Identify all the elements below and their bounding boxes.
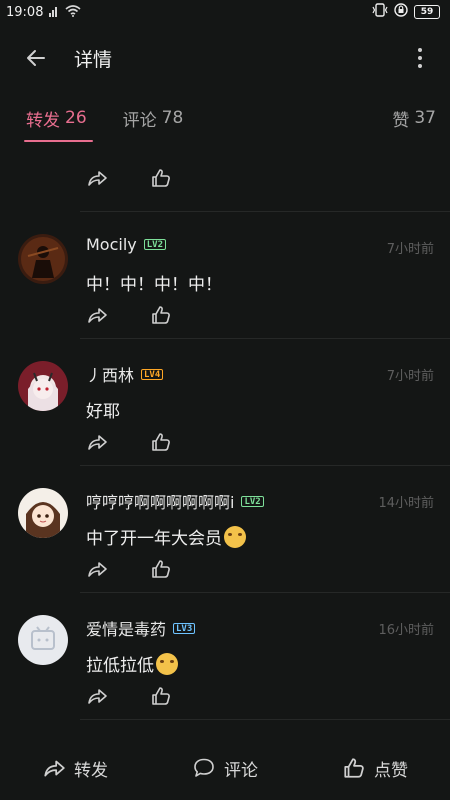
comment-content: 中！中！中！中！ <box>86 275 222 295</box>
tab-count: 26 <box>65 108 87 128</box>
username-row: 哼哼哼啊啊啊啊啊啊i LV2 <box>86 489 264 513</box>
more-button[interactable] <box>408 40 432 76</box>
tab-count: 37 <box>414 108 436 128</box>
wifi-icon <box>65 4 81 20</box>
share-icon <box>88 562 107 577</box>
tab-count: 78 <box>161 108 184 128</box>
comment-bubble-icon <box>194 758 214 777</box>
comment-button[interactable]: 评论 <box>192 756 258 781</box>
comment-item: 爱情是毒药 LV3 16小时前 拉低拉低 <box>0 593 450 720</box>
thumbs-up-icon <box>152 306 170 324</box>
thumbs-up-icon <box>344 758 364 778</box>
comment-content: 好耶 <box>86 402 120 422</box>
level-badge: LV2 <box>143 239 167 250</box>
tabs: 转发 26 评论 78 赞 37 <box>0 92 450 144</box>
comment-actions <box>0 558 172 580</box>
more-vertical-icon <box>418 48 422 68</box>
tab-label: 赞 <box>392 110 410 131</box>
thumbs-up-icon <box>152 687 170 705</box>
thumbs-up-icon <box>152 560 170 578</box>
header: 详情 <box>0 24 450 92</box>
comment-actions <box>0 431 172 453</box>
username[interactable]: 丿西林 <box>86 362 134 386</box>
share-icon <box>88 170 107 186</box>
tab-label: 转发 <box>26 110 60 131</box>
like-label: 点赞 <box>374 760 408 781</box>
tab-likes[interactable]: 赞 37 <box>392 92 436 144</box>
username-row: Mocily LV2 <box>86 235 167 254</box>
signal-icon <box>49 5 59 20</box>
like-button[interactable] <box>150 167 172 189</box>
status-bar: 19:08 59 <box>0 0 450 24</box>
username[interactable]: 爱情是毒药 <box>86 616 166 640</box>
comment-item: 丿西林 LV4 7小时前 好耶 <box>0 339 450 466</box>
back-button[interactable] <box>18 40 54 76</box>
share-icon <box>44 760 65 777</box>
comment-label: 评论 <box>224 760 258 781</box>
comment-content: 拉低拉低 <box>86 656 154 676</box>
share-button[interactable] <box>86 304 108 326</box>
level-badge: LV3 <box>173 622 196 634</box>
like-post-button[interactable]: 点赞 <box>342 756 408 781</box>
username-row: 爱情是毒药 LV3 <box>86 616 196 640</box>
dog-emoji-icon <box>156 652 178 675</box>
share-icon <box>88 308 107 323</box>
avatar[interactable] <box>18 488 68 538</box>
comment-text: 中！中！中！中！ <box>86 270 222 295</box>
thumbs-up-icon <box>152 168 170 187</box>
avatar[interactable] <box>18 615 68 665</box>
tab-label: 评论 <box>122 110 157 131</box>
battery-indicator: 59 <box>414 5 440 19</box>
divider <box>80 719 450 720</box>
post-actions <box>80 144 450 212</box>
username[interactable]: Mocily <box>86 235 137 254</box>
timestamp: 7小时前 <box>386 369 434 384</box>
page-title: 详情 <box>74 48 113 71</box>
avatar[interactable] <box>18 234 68 284</box>
comment-actions <box>0 304 172 326</box>
arrow-left-icon <box>27 50 45 66</box>
dog-emoji-icon <box>224 525 246 548</box>
share-button[interactable] <box>86 558 108 580</box>
share-button[interactable] <box>86 167 108 189</box>
like-button[interactable] <box>150 685 172 707</box>
comment-text: 好耶 <box>86 397 120 422</box>
comment-content: 中了开一年大会员 <box>86 529 222 549</box>
repost-label: 转发 <box>74 760 108 781</box>
username-row: 丿西林 LV4 <box>86 362 164 386</box>
repost-button[interactable]: 转发 <box>42 756 108 781</box>
share-icon <box>88 689 107 704</box>
like-button[interactable] <box>150 558 172 580</box>
status-time: 19:08 <box>6 4 44 20</box>
like-button[interactable] <box>150 304 172 326</box>
comment-text: 中了开一年大会员 <box>86 524 246 549</box>
like-button[interactable] <box>150 431 172 453</box>
comment-text: 拉低拉低 <box>86 651 178 676</box>
avatar[interactable] <box>18 361 68 411</box>
username[interactable]: 哼哼哼啊啊啊啊啊啊i <box>86 489 234 513</box>
bottom-action-bar: 转发 评论 点赞 <box>0 736 450 800</box>
level-badge: LV2 <box>241 495 264 507</box>
share-icon <box>88 435 107 450</box>
comment-feed[interactable]: Mocily LV2 7小时前 中！中！中！中！ 丿西林 LV4 7小时前 好耶 <box>0 144 450 728</box>
timestamp: 14小时前 <box>378 496 434 511</box>
timestamp: 16小时前 <box>378 623 434 638</box>
comment-actions <box>0 685 172 707</box>
share-button[interactable] <box>86 685 108 707</box>
comment-item: Mocily LV2 7小时前 中！中！中！中！ <box>0 212 450 339</box>
thumbs-up-icon <box>152 433 170 451</box>
tab-repost[interactable]: 转发 26 <box>24 92 93 144</box>
timestamp: 7小时前 <box>386 242 434 257</box>
comment-item: 哼哼哼啊啊啊啊啊啊i LV2 14小时前 中了开一年大会员 <box>0 466 450 593</box>
lock-icon <box>394 3 408 21</box>
level-badge: LV4 <box>141 368 164 380</box>
share-button[interactable] <box>86 431 108 453</box>
vibrate-icon <box>372 3 388 21</box>
tab-comments[interactable]: 评论 78 <box>123 92 184 144</box>
